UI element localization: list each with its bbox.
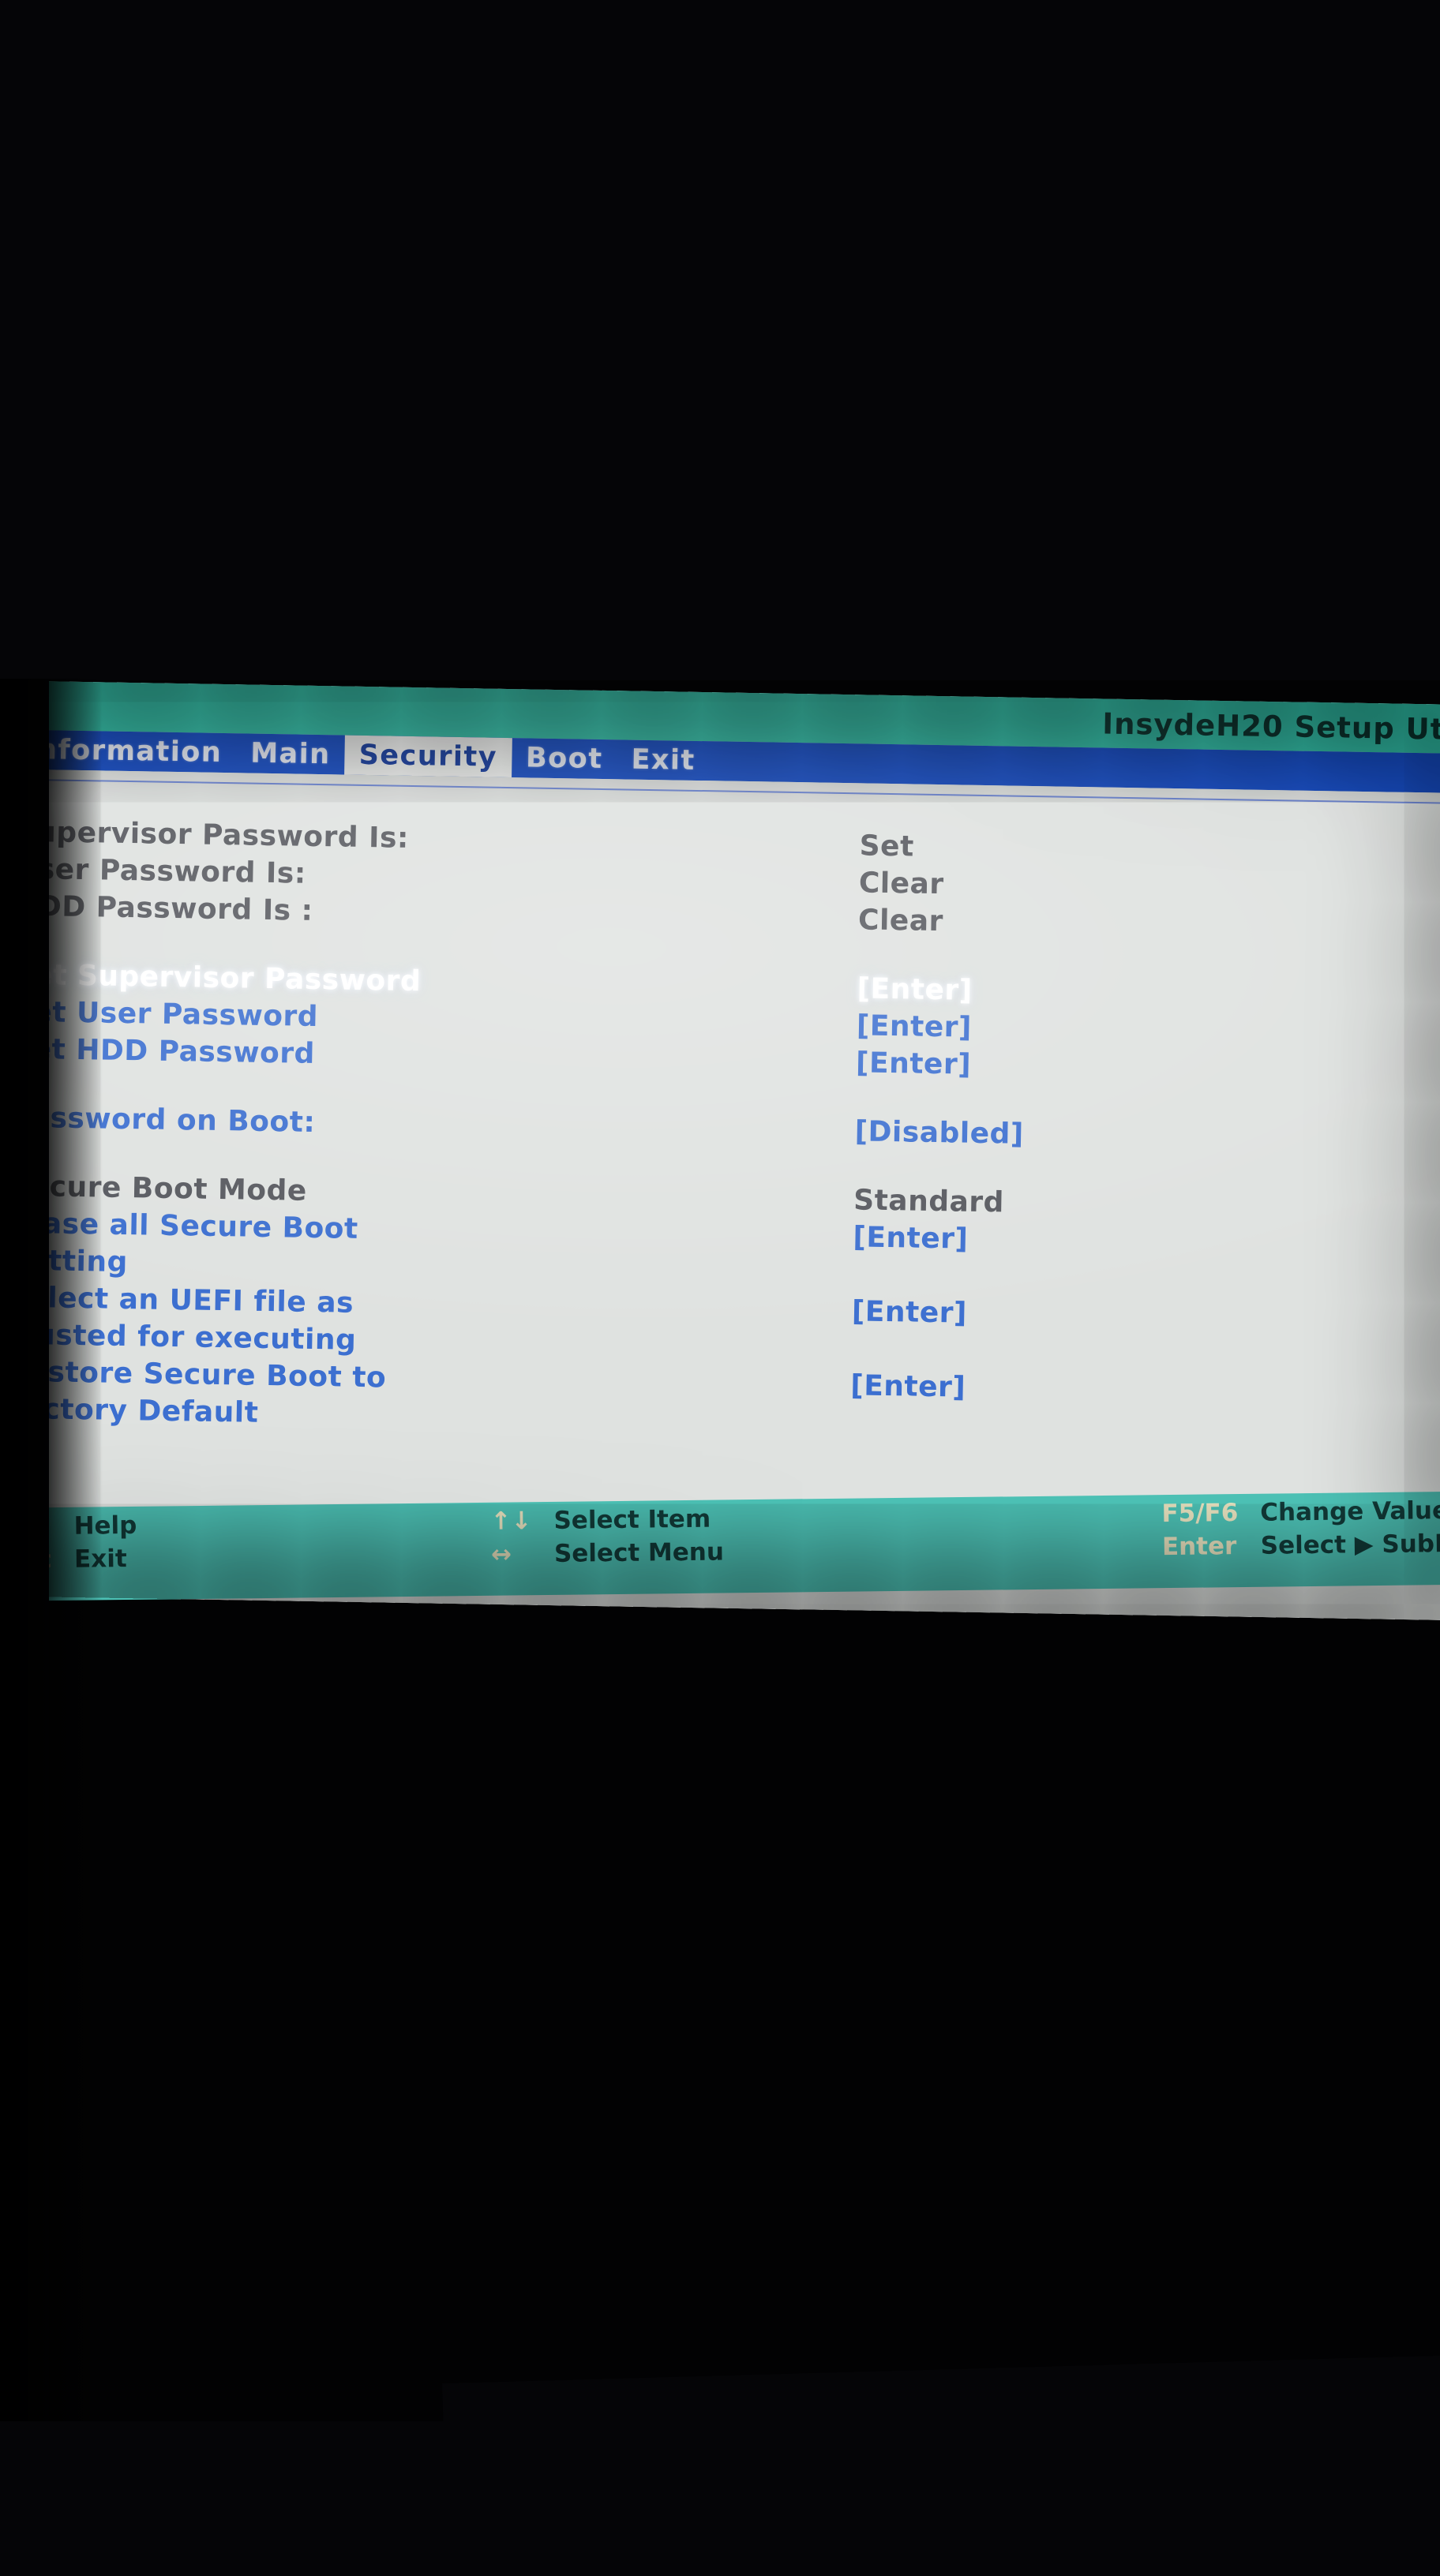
setting-value: Clear [858, 867, 944, 901]
setting-value[interactable]: [Enter] [850, 1367, 966, 1406]
footer-description: Select Item [553, 1504, 711, 1535]
setting-value[interactable]: [Enter] [852, 1293, 968, 1331]
footer-column-2: ↑↓ Select Item ↔ Select Menu [490, 1504, 725, 1569]
bezel-bottom [0, 2421, 1440, 2576]
footer-description: Change Values [1260, 1496, 1440, 1527]
bezel-top [0, 0, 1440, 680]
footer-key: Enter [1161, 1532, 1237, 1562]
tab-boot[interactable]: Boot [512, 738, 617, 779]
footer-column-1: F1 Help Esc Exit [6, 1511, 137, 1574]
help-footer-bar: F1 Help Esc Exit ↑↓ Select Item ↔ Select Menu … [0, 1491, 1440, 1602]
tab-exit[interactable]: Exit [617, 739, 710, 781]
setting-value: Clear [857, 904, 944, 938]
laptop-screen-photo: InsydeH20 Setup Utility Information Main S… [0, 0, 1440, 2576]
utility-title: InsydeH20 Setup Utility [1102, 706, 1440, 747]
setting-value[interactable]: [Disabled] [854, 1113, 1024, 1153]
tab-security[interactable]: Security [344, 735, 512, 778]
tab-information[interactable]: Information [11, 730, 237, 773]
setting-value[interactable]: [Enter] [856, 1044, 972, 1083]
footer-description: Select ▶ SubMenu [1260, 1529, 1440, 1560]
bios-screen: InsydeH20 Setup Utility Information Main S… [0, 680, 1440, 1621]
setting-value[interactable]: [Enter] [857, 970, 973, 1009]
tab-main[interactable]: Main [236, 733, 345, 774]
footer-column-3: F5/F6 Change Values Enter Select ▶ SubMenu [1161, 1496, 1440, 1561]
setting-value: Standard [853, 1184, 1005, 1219]
footer-description: Help [73, 1511, 137, 1541]
footer-description: Select Menu [553, 1537, 725, 1568]
setting-value[interactable]: [Enter] [853, 1219, 969, 1257]
security-settings-list: Supervisor Password Is: Set User Password … [0, 813, 1440, 1451]
footer-key: Esc [6, 1545, 53, 1574]
footer-description: Exit [73, 1544, 127, 1574]
bios-setup-utility: InsydeH20 Setup Utility Information Main S… [0, 680, 1440, 1621]
footer-key: ↑↓ [490, 1507, 532, 1536]
footer-key: F5/F6 [1161, 1499, 1239, 1529]
setting-value: Set [859, 829, 915, 863]
content-area: Supervisor Password Is: Set User Password … [0, 768, 1440, 1621]
setting-value[interactable]: [Enter] [857, 1007, 973, 1046]
footer-key: ↔ [490, 1540, 512, 1569]
footer-key: F1 [6, 1512, 40, 1541]
bezel-bottom-angled [442, 2354, 1440, 2576]
